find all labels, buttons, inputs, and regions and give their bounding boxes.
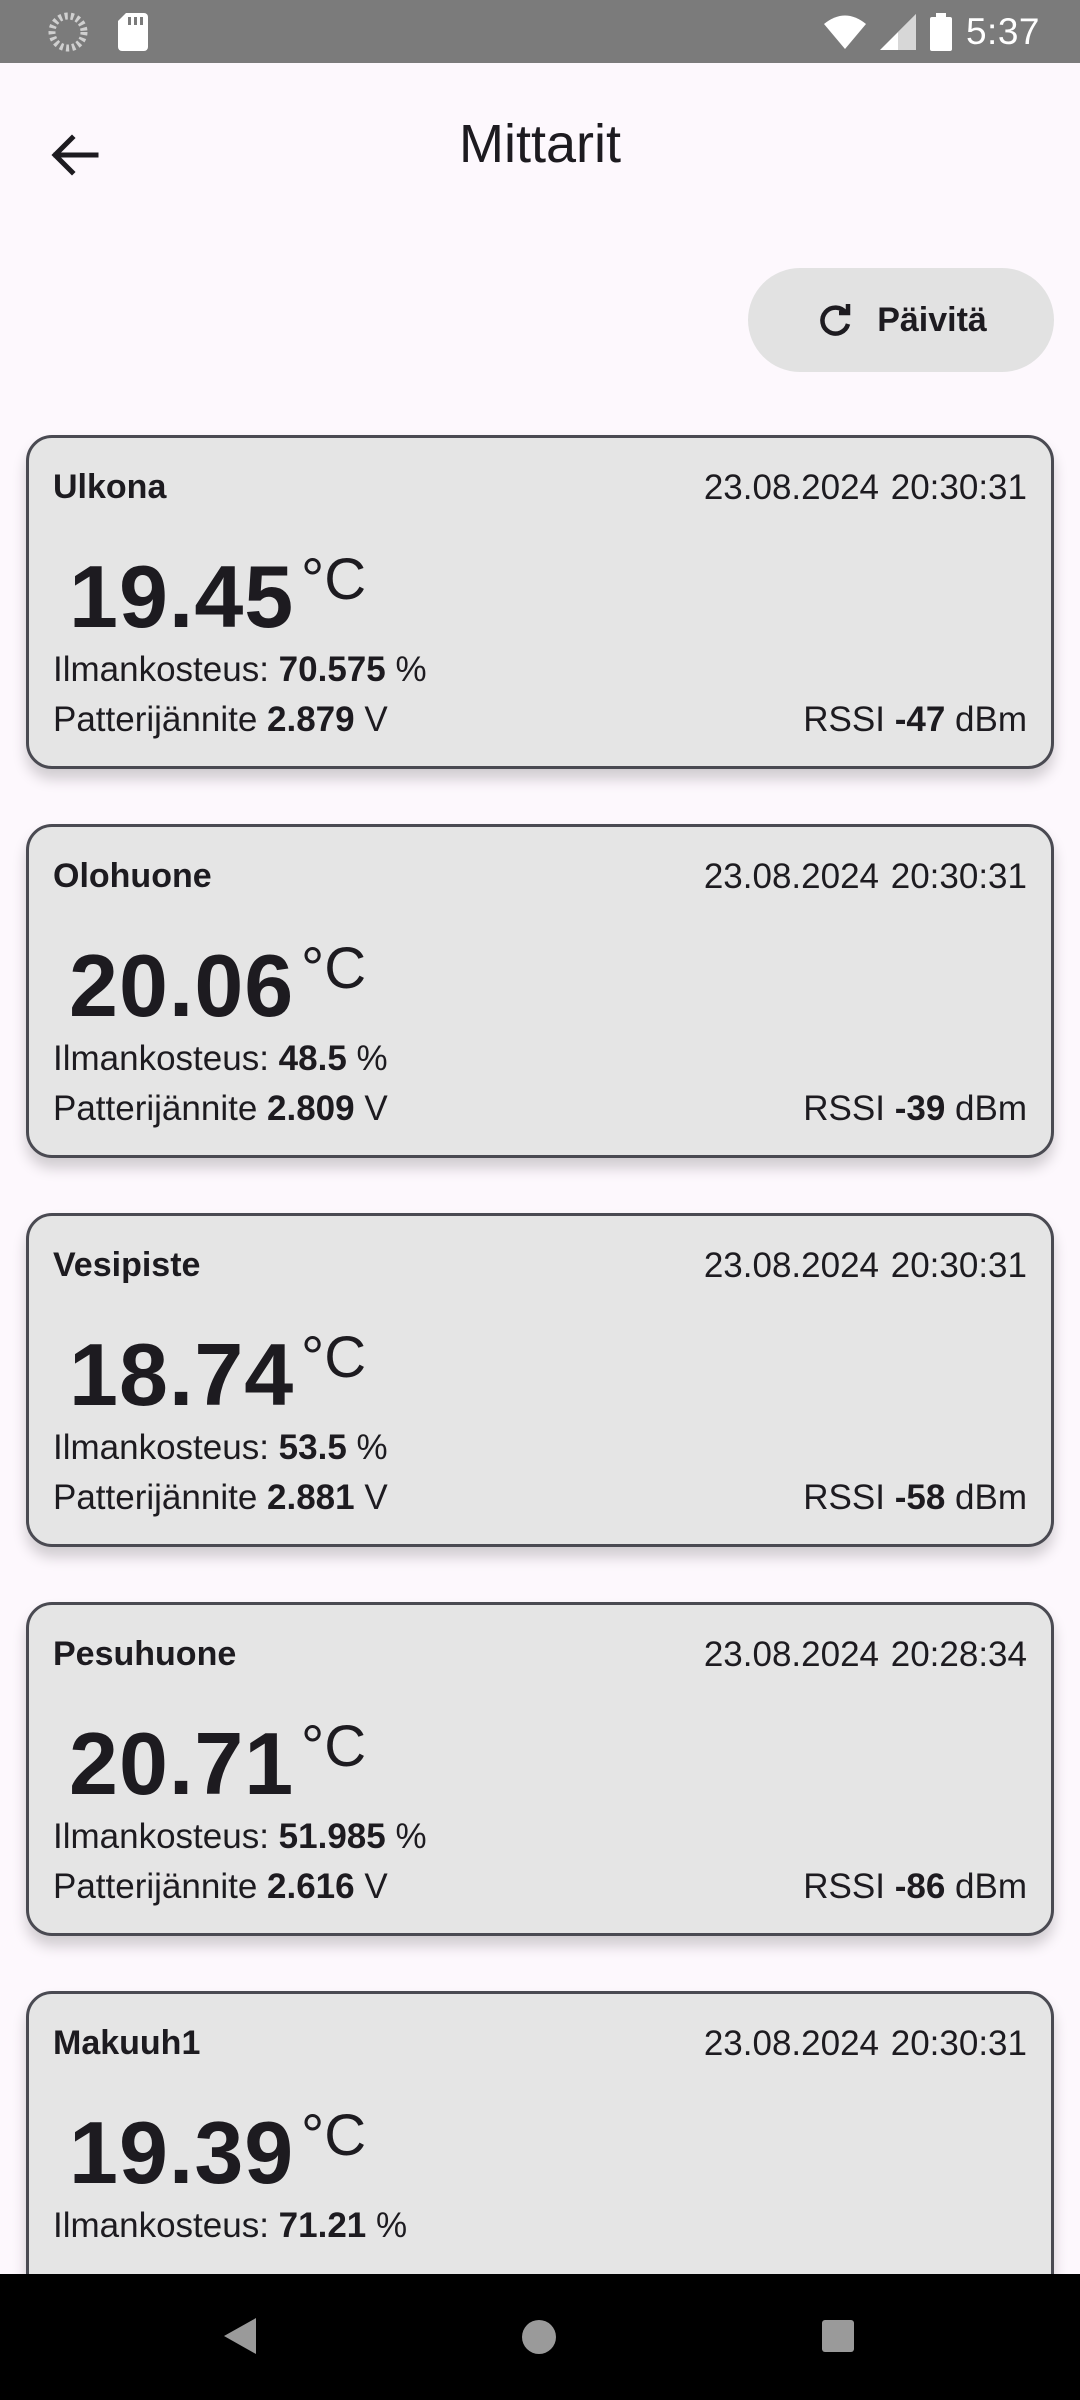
sensor-name: Makuuh1 xyxy=(53,2024,201,2062)
temperature-value: 18.74 xyxy=(69,1325,295,1424)
refresh-icon xyxy=(820,304,851,336)
rssi-value: -58 xyxy=(894,1478,946,1517)
humidity-unit: % xyxy=(356,1039,388,1078)
rssi-value: -47 xyxy=(894,700,946,739)
sd-card-icon xyxy=(118,13,148,51)
battery-value: 2.879 xyxy=(267,700,355,739)
rssi-label: RSSI xyxy=(803,1867,885,1906)
sensor-name: Ulkona xyxy=(53,468,167,506)
temperature-unit: °C xyxy=(301,1714,367,1779)
humidity-label: Ilmankosteus: xyxy=(53,650,269,689)
navigation-bar xyxy=(0,2274,1080,2400)
status-time: 5:37 xyxy=(965,11,1040,52)
sensor-time: 20:30:31 xyxy=(890,2024,1027,2063)
humidity-label: Ilmankosteus: xyxy=(53,2206,269,2245)
battery-label: Patterijännite xyxy=(53,700,258,739)
nav-back-icon[interactable] xyxy=(222,2316,258,2361)
refresh-button[interactable]: Päivitä xyxy=(748,268,1054,372)
humidity-row: Ilmankosteus: 70.575 % xyxy=(53,650,427,690)
sensor-time: 20:28:34 xyxy=(890,1635,1027,1674)
refresh-button-label: Päivitä xyxy=(877,300,987,339)
page-title: Mittarit xyxy=(459,114,621,174)
humidity-row: Ilmankosteus: 71.21 % xyxy=(53,2206,407,2246)
temperature-value: 20.71 xyxy=(69,1714,295,1813)
rssi-unit: dBm xyxy=(955,1089,1027,1128)
temperature-unit: °C xyxy=(301,547,367,612)
battery-value: 2.881 xyxy=(267,1478,355,1517)
humidity-value: 71.21 xyxy=(278,2206,367,2245)
humidity-row: Ilmankosteus: 53.5 % xyxy=(53,1428,388,1468)
humidity-unit: % xyxy=(376,2206,408,2245)
rssi-row: RSSI -39 dBm xyxy=(803,1089,1027,1129)
humidity-row: Ilmankosteus: 48.5 % xyxy=(53,1039,388,1079)
humidity-label: Ilmankosteus: xyxy=(53,1039,269,1078)
battery-value: 2.616 xyxy=(267,1867,355,1906)
loading-icon xyxy=(48,12,88,52)
rssi-unit: dBm xyxy=(955,1867,1027,1906)
temperature-value: 19.39 xyxy=(69,2103,295,2202)
status-bar: 5:37 xyxy=(0,0,1080,63)
battery-row: Patterijännite 2.616 V xyxy=(53,1867,388,1907)
humidity-value: 48.5 xyxy=(278,1039,347,1078)
sensor-name: Pesuhuone xyxy=(53,1635,237,1673)
signal-icon xyxy=(879,14,916,50)
battery-row: Patterijännite 2.881 V xyxy=(53,1478,388,1518)
sensor-date: 23.08.2024 xyxy=(703,468,879,507)
battery-row: Patterijännite 2.809 V xyxy=(53,1089,388,1129)
sensor-date: 23.08.2024 xyxy=(703,2024,879,2063)
humidity-value: 70.575 xyxy=(278,650,386,689)
temperature-unit: °C xyxy=(301,936,367,1001)
temperature-unit: °C xyxy=(301,2103,367,2168)
sensor-name: Olohuone xyxy=(53,857,212,895)
temperature-unit: °C xyxy=(301,1325,367,1390)
battery-label: Patterijännite xyxy=(53,1867,258,1906)
sensor-time: 20:30:31 xyxy=(890,1246,1027,1285)
humidity-row: Ilmankosteus: 51.985 % xyxy=(53,1817,427,1857)
humidity-value: 53.5 xyxy=(278,1428,347,1467)
humidity-label: Ilmankosteus: xyxy=(53,1817,269,1856)
humidity-value: 51.985 xyxy=(278,1817,386,1856)
rssi-unit: dBm xyxy=(955,700,1027,739)
humidity-unit: % xyxy=(395,1817,427,1856)
battery-unit: V xyxy=(364,1089,388,1128)
rssi-label: RSSI xyxy=(803,1089,885,1128)
battery-label: Patterijännite xyxy=(53,1089,258,1128)
rssi-row: RSSI -86 dBm xyxy=(803,1867,1027,1907)
battery-row: Patterijännite 2.879 V xyxy=(53,700,388,740)
humidity-label: Ilmankosteus: xyxy=(53,1428,269,1467)
sensor-date: 23.08.2024 xyxy=(703,1635,879,1674)
sensor-date: 23.08.2024 xyxy=(703,857,879,896)
sensor-card[interactable]: Olohuone 23.08.2024 20:30:31 20.06 °C Il… xyxy=(26,824,1054,1158)
humidity-unit: % xyxy=(395,650,427,689)
sensor-card[interactable]: Vesipiste 23.08.2024 20:30:31 18.74 °C I… xyxy=(26,1213,1054,1547)
battery-unit: V xyxy=(364,700,388,739)
sensor-name: Vesipiste xyxy=(53,1246,201,1284)
rssi-label: RSSI xyxy=(803,1478,885,1517)
temperature-value: 20.06 xyxy=(69,936,295,1035)
battery-unit: V xyxy=(364,1867,388,1906)
humidity-unit: % xyxy=(356,1428,388,1467)
sensor-time: 20:30:31 xyxy=(890,857,1027,896)
sensor-card[interactable]: Ulkona 23.08.2024 20:30:31 19.45 °C Ilma… xyxy=(26,435,1054,769)
nav-home-icon[interactable] xyxy=(522,2320,556,2354)
sensor-list: Ulkona 23.08.2024 20:30:31 19.45 °C Ilma… xyxy=(26,435,1054,2380)
temperature-value: 19.45 xyxy=(69,547,295,646)
battery-unit: V xyxy=(364,1478,388,1517)
wifi-icon xyxy=(823,15,866,49)
rssi-label: RSSI xyxy=(803,700,885,739)
rssi-unit: dBm xyxy=(955,1478,1027,1517)
sensor-card[interactable]: Pesuhuone 23.08.2024 20:28:34 20.71 °C I… xyxy=(26,1602,1054,1936)
rssi-row: RSSI -58 dBm xyxy=(803,1478,1027,1518)
rssi-value: -39 xyxy=(894,1089,946,1128)
sensor-time: 20:30:31 xyxy=(890,468,1027,507)
battery-value: 2.809 xyxy=(267,1089,355,1128)
battery-label: Patterijännite xyxy=(53,1478,258,1517)
rssi-value: -86 xyxy=(894,1867,946,1906)
app-bar: Mittarit xyxy=(0,63,1080,233)
sensor-date: 23.08.2024 xyxy=(703,1246,879,1285)
nav-recents-icon[interactable] xyxy=(822,2320,854,2352)
rssi-row: RSSI -47 dBm xyxy=(803,700,1027,740)
battery-icon xyxy=(929,13,952,51)
